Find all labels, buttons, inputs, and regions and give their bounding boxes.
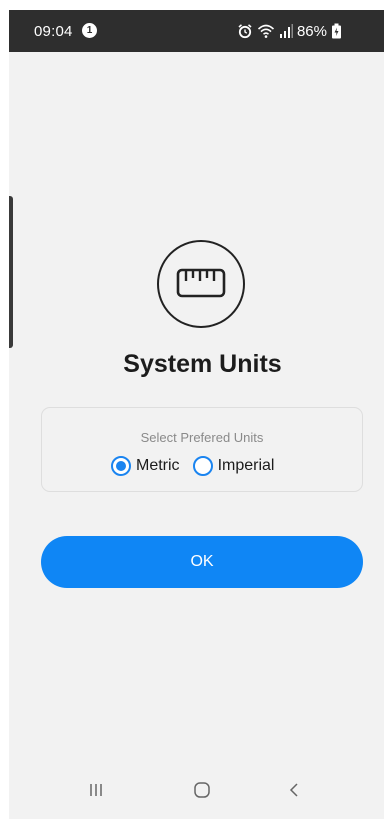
status-indicators: 86%: [237, 21, 342, 41]
units-card: Select Prefered Units Metric Imperial: [41, 407, 363, 492]
battery-percent: 86%: [296, 22, 327, 40]
battery-icon: [331, 23, 342, 39]
alarm-icon: [237, 23, 253, 39]
home-button[interactable]: [172, 765, 232, 819]
edge-panel-handle[interactable]: [9, 196, 13, 348]
ruler-icon: [157, 240, 245, 328]
navigation-bar: [9, 765, 384, 819]
ok-button[interactable]: OK: [41, 536, 363, 588]
radio-button-imperial[interactable]: [192, 456, 213, 476]
radio-option-metric[interactable]: Metric: [111, 456, 180, 476]
signal-icon: [279, 24, 293, 38]
back-button[interactable]: [264, 765, 324, 819]
radio-label-metric: Metric: [136, 457, 180, 474]
radio-label-imperial: Imperial: [217, 457, 275, 474]
home-icon: [192, 780, 212, 805]
page-title: System Units: [123, 350, 282, 378]
status-time: 09:04: [34, 23, 73, 40]
notification-badge: 1: [82, 23, 97, 38]
recent-apps-button[interactable]: [66, 765, 126, 819]
screen: 09:04 1 86% System Units Select Prefered…: [0, 0, 389, 819]
status-bar: 09:04 1 86%: [9, 10, 384, 52]
back-icon: [287, 781, 301, 804]
radio-option-imperial[interactable]: Imperial: [192, 456, 275, 476]
recent-apps-icon: [88, 782, 104, 803]
units-caption: Select Prefered Units: [140, 430, 264, 445]
units-radio-group: Metric Imperial: [111, 456, 274, 476]
radio-button-metric[interactable]: [111, 456, 131, 476]
wifi-icon: [257, 23, 275, 39]
